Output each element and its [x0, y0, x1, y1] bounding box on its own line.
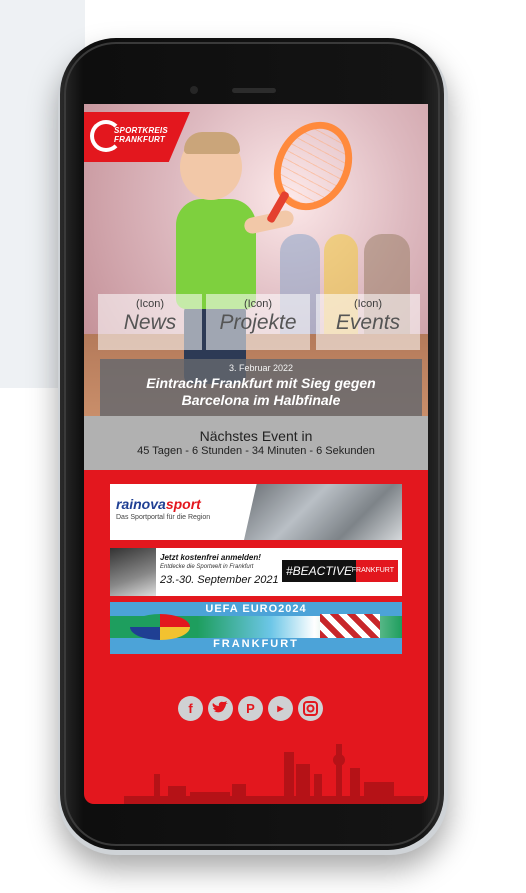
nav-tiles: (Icon) News (Icon) Projekte (Icon) Event…: [98, 294, 420, 350]
banner-rainova-photo: [244, 484, 402, 540]
facebook-icon[interactable]: f: [178, 696, 203, 721]
news-date: 3. Februar 2022: [228, 363, 294, 373]
speaker-grill: [232, 88, 276, 93]
events-icon: (Icon): [353, 298, 383, 310]
frankfurt-skyline: [124, 744, 424, 804]
rainova-brand: rainovasport: [116, 496, 201, 512]
news-title-line-2: Barcelona im Halbfinale: [181, 392, 341, 408]
instagram-camera-icon: [303, 701, 318, 716]
tile-projekte[interactable]: (Icon) Projekte: [206, 294, 310, 350]
social-links: f P ▶: [178, 696, 348, 722]
front-camera-icon: [190, 86, 198, 94]
logo-line-2: FRANKFURT: [114, 135, 165, 144]
roofline-graphic: [320, 614, 380, 638]
tile-events-label: Events: [335, 311, 401, 334]
euro-trophy-icon: [130, 614, 190, 640]
banner-beactive[interactable]: Jetzt kostenfrei anmelden! Entdecke die …: [110, 548, 402, 596]
twitter-icon[interactable]: [208, 696, 233, 721]
banner-uefa-euro[interactable]: UEFA EURO2024 FRANKFURT: [110, 602, 402, 654]
tile-news-label: News: [123, 311, 177, 334]
projekte-icon: (Icon): [243, 298, 273, 310]
twitter-bird-icon: [212, 701, 228, 713]
banner-beactive-photo: [110, 548, 156, 596]
event-countdown-text: 45 Tagen - 6 Stunden - 34 Minuten - 6 Se…: [137, 445, 375, 457]
logo-line-1: SPORTKREIS: [114, 126, 168, 135]
tile-events[interactable]: (Icon) Events: [316, 294, 420, 350]
logo-text: SPORTKREIS FRANKFURT: [114, 126, 168, 144]
beactive-city: FRANKFURT: [351, 567, 394, 574]
beactive-line-1: Jetzt kostenfrei anmelden!: [160, 553, 261, 562]
tile-projekte-label: Projekte: [219, 311, 297, 334]
child-hair: [184, 132, 240, 154]
next-event-countdown[interactable]: Nächstes Event in 45 Tagen - 6 Stunden -…: [84, 416, 428, 470]
uefa-city: FRANKFURT: [213, 638, 299, 650]
news-icon: (Icon): [135, 298, 165, 310]
rainova-brand-a: rainova: [116, 496, 166, 512]
banner-rainova-sport[interactable]: rainovasport Das Sportportal für die Reg…: [110, 484, 402, 540]
app-screen: SPORTKREIS FRANKFURT (Icon) News (Icon) …: [84, 104, 428, 804]
pinterest-icon[interactable]: P: [238, 696, 263, 721]
beactive-line-2: Entdecke die Sportwelt in Frankfurt: [160, 564, 254, 570]
event-title: Nächstes Event in: [199, 428, 313, 444]
rainova-subtitle: Das Sportportal für die Region: [116, 514, 211, 521]
beactive-dates: 23.-30. September 2021: [160, 574, 279, 586]
rainova-brand-b: sport: [165, 496, 201, 512]
youtube-icon[interactable]: ▶: [268, 696, 293, 721]
child-shirt: [176, 199, 256, 309]
instagram-icon[interactable]: [298, 696, 323, 721]
news-headline[interactable]: 3. Februar 2022 Eintracht Frankfurt mit …: [100, 359, 422, 417]
beactive-hashtag: #BEACTIVE: [282, 560, 357, 582]
news-title-line-1: Eintracht Frankfurt mit Sieg gegen: [146, 375, 376, 391]
tile-news[interactable]: (Icon) News: [98, 294, 202, 350]
banner-rainova-left: rainovasport Das Sportportal für die Reg…: [110, 484, 244, 540]
beactive-tag: #BEACTIVE FRANKFURT: [282, 560, 398, 582]
